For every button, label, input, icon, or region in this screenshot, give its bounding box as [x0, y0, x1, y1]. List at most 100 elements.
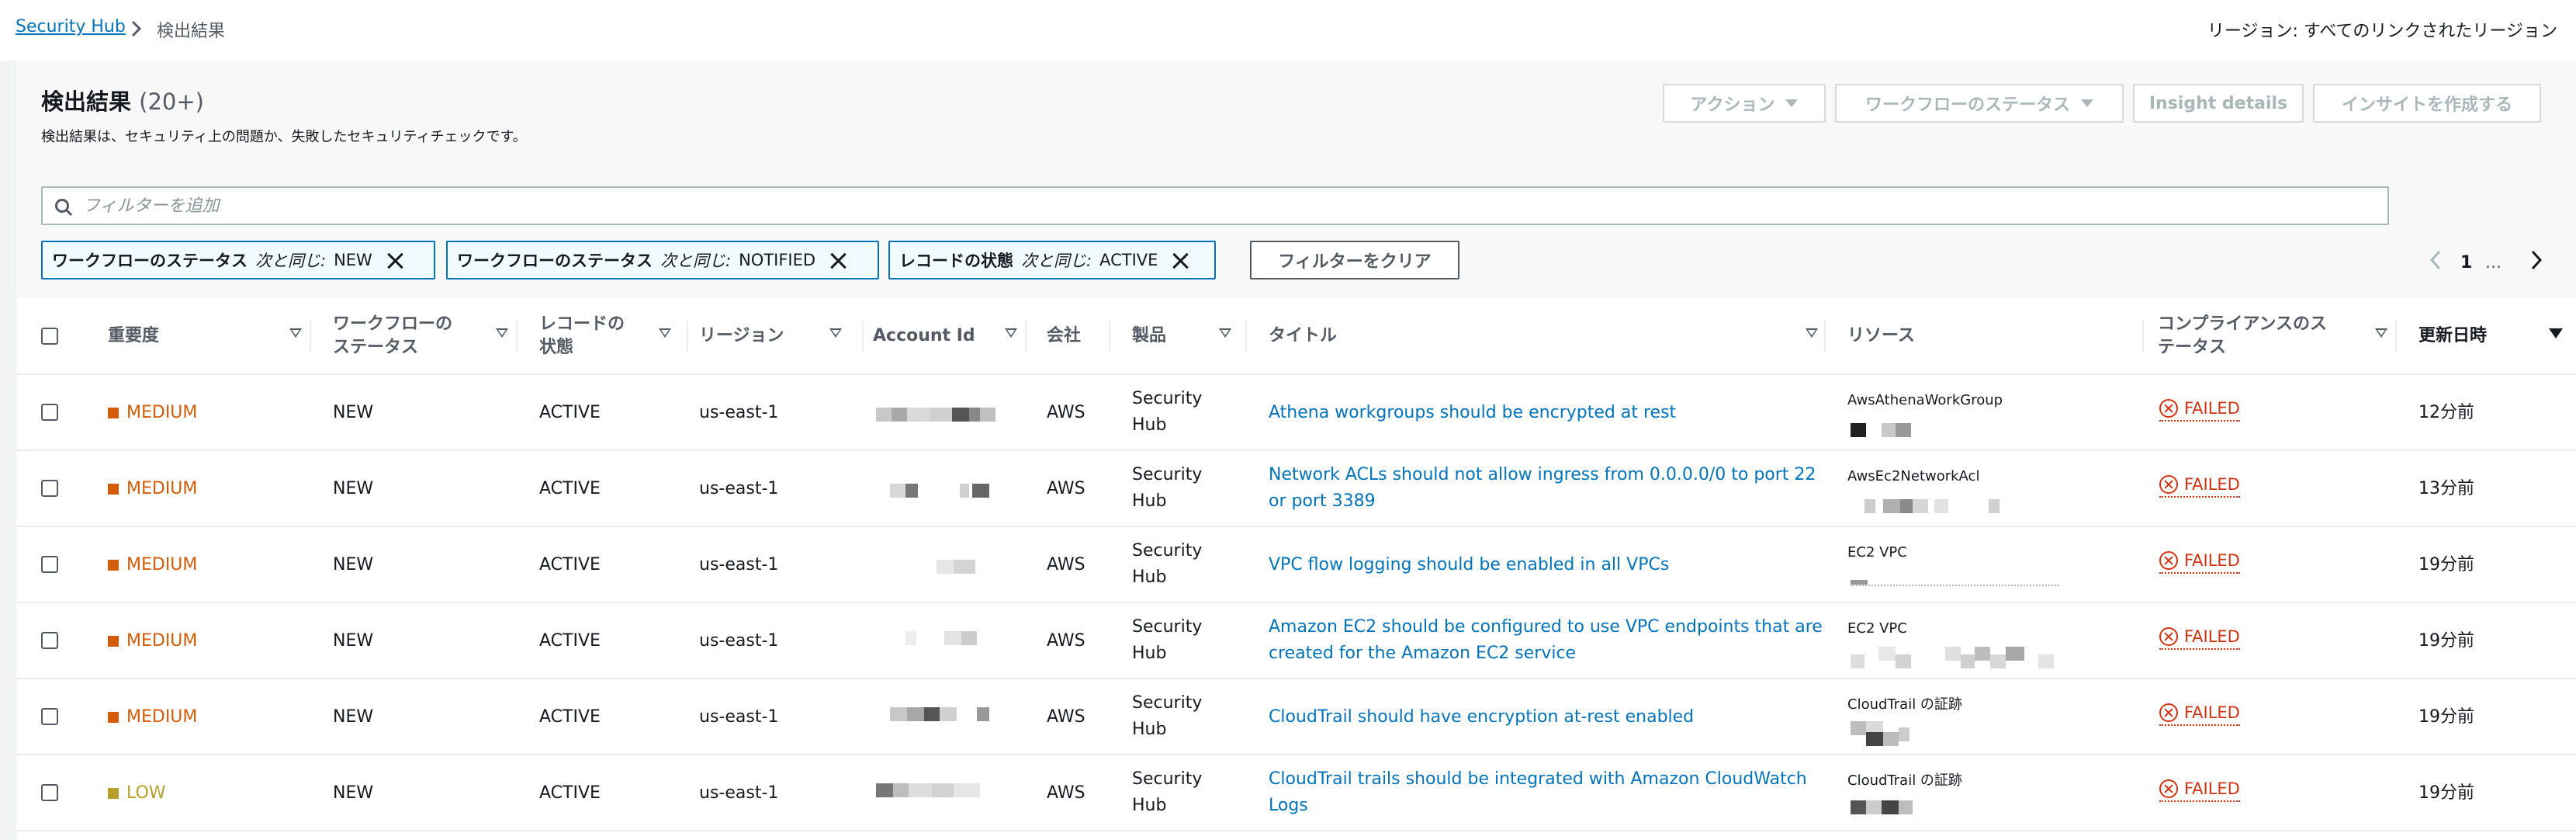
resource-type: AwsEc2NetworkAcl — [1847, 468, 1980, 484]
column-label: 更新日時 — [2418, 326, 2488, 345]
column-updated-at[interactable]: 更新日時 — [2418, 297, 2574, 375]
sort-icon — [659, 328, 671, 338]
table-row[interactable]: LOW NEW ACTIVE us-east-1 AWS Security Hu… — [16, 755, 2576, 831]
column-record-state[interactable]: レコードの 状態 — [539, 297, 687, 375]
company-cell: AWS — [1047, 555, 1085, 574]
finding-title-link[interactable]: CloudTrail should have encryption at-res… — [1269, 704, 1694, 731]
severity-label: MEDIUM — [126, 555, 198, 574]
create-insight-label: インサイトを作成する — [2341, 95, 2512, 115]
breadcrumb-security-hub[interactable]: Security Hub — [16, 17, 126, 36]
finding-title-link[interactable]: CloudTrail trails should be integrated w… — [1269, 766, 1807, 819]
table-row[interactable]: MEDIUM NEW ACTIVE us-east-1 AWS Security… — [16, 527, 2576, 603]
compliance-status-failed[interactable]: FAILED — [2159, 625, 2240, 650]
updated-at: 13分前 — [2418, 479, 2474, 498]
product-line: Hub — [1132, 568, 1167, 587]
column-label: テータス — [2158, 338, 2227, 357]
severity-label: LOW — [126, 783, 166, 803]
table-row[interactable]: MEDIUM NEW ACTIVE us-east-1 AWS Security… — [16, 451, 2576, 527]
close-icon[interactable] — [829, 252, 847, 269]
caret-down-icon — [2081, 99, 2093, 107]
title-line: Network ACLs should not allow ingress fr… — [1269, 465, 1816, 484]
region-cell: us-east-1 — [699, 783, 779, 803]
row-checkbox[interactable] — [41, 480, 58, 497]
title-line: CloudTrail trails should be integrated w… — [1269, 769, 1807, 789]
filter-value: NOTIFIED — [739, 251, 816, 269]
chevron-right-icon[interactable] — [2524, 247, 2547, 273]
workflow-status: NEW — [333, 479, 374, 498]
record-state: ACTIVE — [539, 707, 601, 727]
table-row[interactable]: MEDIUM NEW ACTIVE us-east-1 AWS Security… — [16, 679, 2576, 755]
product-line: Security — [1132, 693, 1203, 713]
filter-search-input[interactable] — [83, 194, 2333, 217]
compliance-status-failed[interactable]: FAILED — [2159, 701, 2240, 726]
updated-at: 19分前 — [2418, 707, 2474, 727]
table-row[interactable]: MEDIUM NEW ACTIVE us-east-1 AWS Security… — [16, 603, 2576, 679]
finding-title-link[interactable]: Athena workgroups should be encrypted at… — [1269, 400, 1676, 426]
column-workflow-status[interactable]: ワークフローの ステータス — [333, 297, 516, 375]
row-checkbox[interactable] — [41, 784, 58, 801]
filter-operator: 次と同じ: — [660, 252, 732, 270]
sort-icon — [1806, 328, 1818, 338]
create-insight-button[interactable]: インサイトを作成する — [2313, 84, 2541, 123]
close-icon[interactable] — [386, 252, 403, 269]
severity-label: MEDIUM — [126, 631, 198, 651]
severity-badge: MEDIUM — [108, 628, 197, 654]
row-checkbox[interactable] — [41, 556, 58, 573]
severity-square-icon — [108, 788, 119, 799]
redacted-resource-id — [1851, 800, 1920, 821]
redacted-resource-id — [1864, 499, 2020, 513]
column-region[interactable]: リージョン — [699, 297, 862, 375]
record-state: ACTIVE — [539, 479, 601, 498]
product-cell: Security Hub — [1132, 386, 1202, 439]
compliance-status-failed[interactable]: FAILED — [2159, 473, 2240, 498]
page-number-current[interactable]: 1 — [2460, 253, 2472, 272]
compliance-status-failed[interactable]: FAILED — [2159, 549, 2240, 574]
row-checkbox[interactable] — [41, 404, 58, 421]
row-checkbox[interactable] — [41, 708, 58, 725]
actions-dropdown-button[interactable]: アクション — [1663, 84, 1826, 123]
record-state: ACTIVE — [539, 631, 601, 651]
compliance-status-failed[interactable]: FAILED — [2159, 777, 2240, 802]
severity-label: MEDIUM — [126, 707, 198, 727]
table-row[interactable]: MEDIUM NEW ACTIVE us-east-1 AWS Security… — [16, 375, 2576, 451]
company-cell: AWS — [1047, 479, 1085, 498]
column-product[interactable]: 製品 — [1132, 297, 1248, 375]
product-cell: Security Hub — [1132, 766, 1202, 819]
column-company[interactable]: 会社 — [1047, 297, 1117, 375]
finding-title-link[interactable]: VPC flow logging should be enabled in al… — [1269, 552, 1669, 578]
close-icon[interactable] — [1172, 252, 1189, 269]
insight-details-button[interactable]: Insight details — [2133, 84, 2304, 123]
title-line: or port 3389 — [1269, 491, 1376, 511]
row-checkbox[interactable] — [41, 632, 58, 649]
filter-value: ACTIVE — [1099, 251, 1158, 269]
product-line: Security — [1132, 389, 1203, 408]
workflow-status-label: ワークフローのステータス — [1864, 95, 2070, 115]
product-line: Security — [1132, 465, 1203, 484]
filter-key: ワークフローのステータス — [457, 252, 653, 270]
finding-title-link[interactable]: Network ACLs should not allow ingress fr… — [1269, 462, 1816, 515]
compliance-label: FAILED — [2184, 627, 2240, 646]
column-account-id[interactable]: Account Id — [873, 297, 1044, 375]
select-all-checkbox[interactable] — [41, 328, 58, 345]
company-cell: AWS — [1047, 631, 1085, 651]
column-resource[interactable]: リソース — [1847, 297, 2142, 375]
column-label: 重要度 — [108, 326, 160, 345]
finding-title-link[interactable]: Amazon EC2 should be configured to use V… — [1269, 614, 1823, 667]
column-label: 会社 — [1047, 326, 1082, 345]
chevron-left-icon[interactable] — [2425, 247, 2448, 273]
table-header: 重要度 ワークフローの ステータス レコードの 状態 リージョン Account… — [16, 297, 2576, 375]
product-line: Security — [1132, 769, 1203, 789]
severity-square-icon — [108, 712, 119, 723]
column-title[interactable]: タイトル — [1269, 297, 1835, 375]
filter-search-box[interactable] — [41, 186, 2389, 225]
company-cell: AWS — [1047, 783, 1085, 803]
workflow-status-dropdown-button[interactable]: ワークフローのステータス — [1835, 84, 2124, 123]
compliance-status-failed[interactable]: FAILED — [2159, 397, 2240, 422]
product-line: Hub — [1132, 720, 1167, 739]
error-circle-icon — [2159, 627, 2178, 646]
compliance-label: FAILED — [2184, 779, 2240, 798]
clear-filters-button[interactable]: フィルターをクリア — [1250, 241, 1459, 279]
column-compliance-status[interactable]: コンプライアンスのス テータス — [2158, 297, 2391, 375]
column-severity[interactable]: 重要度 — [108, 297, 310, 375]
findings-panel: 検出結果 (20+) 検出結果は、セキュリティ上の問題か、失敗したセキュリティチ… — [16, 61, 2576, 840]
